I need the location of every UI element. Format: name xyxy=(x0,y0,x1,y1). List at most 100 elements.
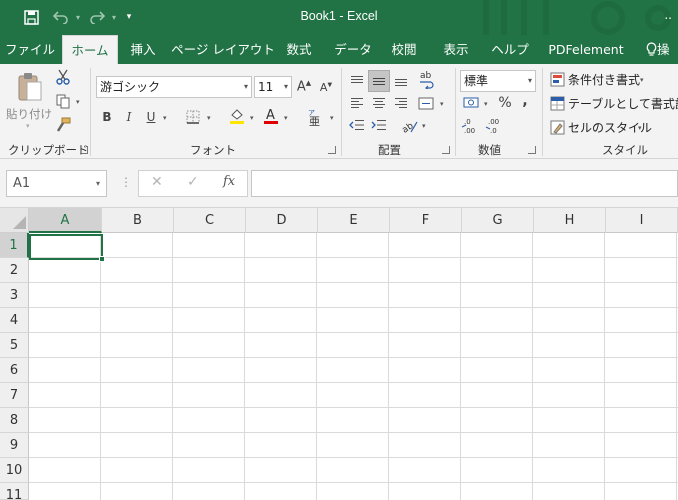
column-header-f[interactable]: F xyxy=(390,208,462,233)
merge-dropdown[interactable]: ▾ xyxy=(440,100,444,108)
decrease-decimal-button[interactable]: .00 .0 xyxy=(484,116,506,136)
fill-handle[interactable] xyxy=(99,256,105,262)
group-divider xyxy=(341,68,342,156)
cancel-button[interactable]: ✕ xyxy=(151,174,163,190)
row-header-11[interactable]: 11 xyxy=(0,483,29,500)
underline-button[interactable]: U xyxy=(142,108,160,126)
column-header-a[interactable]: A xyxy=(29,208,102,233)
grow-font-button[interactable]: A▲ xyxy=(296,78,312,96)
phonetic-button[interactable]: ア 亜 xyxy=(304,106,328,128)
cell-styles-dropdown[interactable]: ▾ xyxy=(638,124,642,132)
formula-buttons: ✕ ✓ fx xyxy=(138,170,248,197)
clipboard-launcher-icon[interactable] xyxy=(80,146,88,154)
ribbon-tabs: ファイル ホーム 挿入 ページ レイアウト 数式 データ 校閲 表示 ヘルプ P… xyxy=(0,35,678,64)
merge-center-button[interactable] xyxy=(416,94,436,112)
accounting-dropdown[interactable]: ▾ xyxy=(484,100,488,108)
wrap-text-button[interactable]: ab xyxy=(416,68,438,90)
font-name-select[interactable]: 游ゴシック ▾ xyxy=(96,76,252,98)
decrease-indent-button[interactable] xyxy=(348,116,366,134)
underline-dropdown[interactable]: ▾ xyxy=(163,114,167,122)
title-more[interactable]: .. xyxy=(664,8,672,22)
row-header-7[interactable]: 7 xyxy=(0,383,29,408)
cut-button[interactable] xyxy=(54,68,72,86)
row-header-2[interactable]: 2 xyxy=(0,258,29,283)
row-header-3[interactable]: 3 xyxy=(0,283,29,308)
tab-file[interactable]: ファイル xyxy=(0,35,60,64)
italic-button[interactable]: I xyxy=(120,108,138,126)
tab-home[interactable]: ホーム xyxy=(62,35,118,64)
active-cell-a1[interactable] xyxy=(29,234,103,260)
column-header-g[interactable]: G xyxy=(462,208,534,233)
column-header-e[interactable]: E xyxy=(318,208,390,233)
row-header-4[interactable]: 4 xyxy=(0,308,29,333)
borders-dropdown[interactable]: ▾ xyxy=(207,114,211,122)
format-painter-button[interactable] xyxy=(54,116,72,134)
tab-review[interactable]: 校閲 xyxy=(384,35,424,64)
enter-button[interactable]: ✓ xyxy=(187,174,199,190)
fill-color-icon xyxy=(230,109,244,124)
column-header-i[interactable]: I xyxy=(606,208,678,233)
tab-insert[interactable]: 挿入 xyxy=(120,35,166,64)
tab-tell-me[interactable]: 操 xyxy=(646,35,678,64)
align-middle-button[interactable] xyxy=(368,70,390,92)
align-right-icon xyxy=(395,98,407,108)
align-right-button[interactable] xyxy=(392,94,410,112)
tab-page-layout[interactable]: ページ レイアウト xyxy=(170,35,276,64)
alignment-launcher-icon[interactable] xyxy=(442,146,450,154)
align-left-button[interactable] xyxy=(348,94,366,112)
row-header-9[interactable]: 9 xyxy=(0,433,29,458)
select-all-button[interactable] xyxy=(0,208,29,233)
increase-indent-button[interactable] xyxy=(370,116,388,134)
row-header-10[interactable]: 10 xyxy=(0,458,29,483)
format-as-table-icon xyxy=(548,94,566,112)
fill-color-dropdown[interactable]: ▾ xyxy=(250,114,254,122)
font-color-dropdown[interactable]: ▾ xyxy=(284,114,288,122)
orientation-dropdown[interactable]: ▾ xyxy=(422,122,426,130)
borders-button[interactable] xyxy=(184,108,202,126)
fill-color-button[interactable] xyxy=(228,106,246,126)
number-format-select[interactable]: 標準 ▾ xyxy=(460,70,536,92)
column-header-h[interactable]: H xyxy=(534,208,606,233)
increase-decimal-button[interactable]: .0 .00 xyxy=(460,116,482,136)
font-size-select[interactable]: 11 ▾ xyxy=(254,76,292,98)
formula-input[interactable] xyxy=(251,170,678,197)
number-launcher-icon[interactable] xyxy=(528,146,536,154)
format-as-table-button[interactable]: テーブルとして書式設定 xyxy=(568,95,678,112)
column-header-d[interactable]: D xyxy=(246,208,318,233)
tab-view[interactable]: 表示 xyxy=(436,35,476,64)
row-header-1[interactable]: 1 xyxy=(0,233,29,258)
align-center-button[interactable] xyxy=(370,94,388,112)
conditional-format-dropdown[interactable]: ▾ xyxy=(640,76,644,84)
bold-button[interactable]: B xyxy=(98,108,116,126)
comma-style-button[interactable]: , xyxy=(518,92,532,110)
font-color-button[interactable]: A xyxy=(262,106,280,126)
copy-button[interactable] xyxy=(54,92,72,110)
orientation-button[interactable]: ab xyxy=(398,116,420,134)
column-header-c[interactable]: C xyxy=(174,208,246,233)
row-header-8[interactable]: 8 xyxy=(0,408,29,433)
insert-function-button[interactable]: fx xyxy=(223,174,235,189)
font-launcher-icon[interactable] xyxy=(328,146,336,154)
row-header-6[interactable]: 6 xyxy=(0,358,29,383)
accounting-format-button[interactable] xyxy=(462,94,482,112)
paste-label[interactable]: 貼り付け xyxy=(6,106,52,122)
format-painter-icon xyxy=(56,117,71,132)
tab-formulas[interactable]: 数式 xyxy=(280,35,318,64)
column-header-b[interactable]: B xyxy=(102,208,174,233)
cell-grid[interactable] xyxy=(29,233,678,500)
paste-dropdown[interactable]: ▾ xyxy=(26,122,30,130)
tab-data[interactable]: データ xyxy=(330,35,376,64)
paste-button[interactable] xyxy=(14,70,46,104)
name-box[interactable]: A1 ▾ xyxy=(6,170,107,197)
align-bottom-button[interactable] xyxy=(392,72,410,90)
align-top-button[interactable] xyxy=(348,72,366,90)
conditional-format-button[interactable]: 条件付き書式 xyxy=(568,71,640,88)
copy-dropdown[interactable]: ▾ xyxy=(76,98,80,106)
percent-style-button[interactable]: % xyxy=(496,94,514,112)
shrink-font-icon: A▼ xyxy=(319,80,333,94)
tab-pdfelement[interactable]: PDFelement xyxy=(542,35,630,64)
shrink-font-button[interactable]: A▼ xyxy=(318,78,334,96)
tab-help[interactable]: ヘルプ xyxy=(488,35,532,64)
phonetic-dropdown[interactable]: ▾ xyxy=(330,114,334,122)
row-header-5[interactable]: 5 xyxy=(0,333,29,358)
